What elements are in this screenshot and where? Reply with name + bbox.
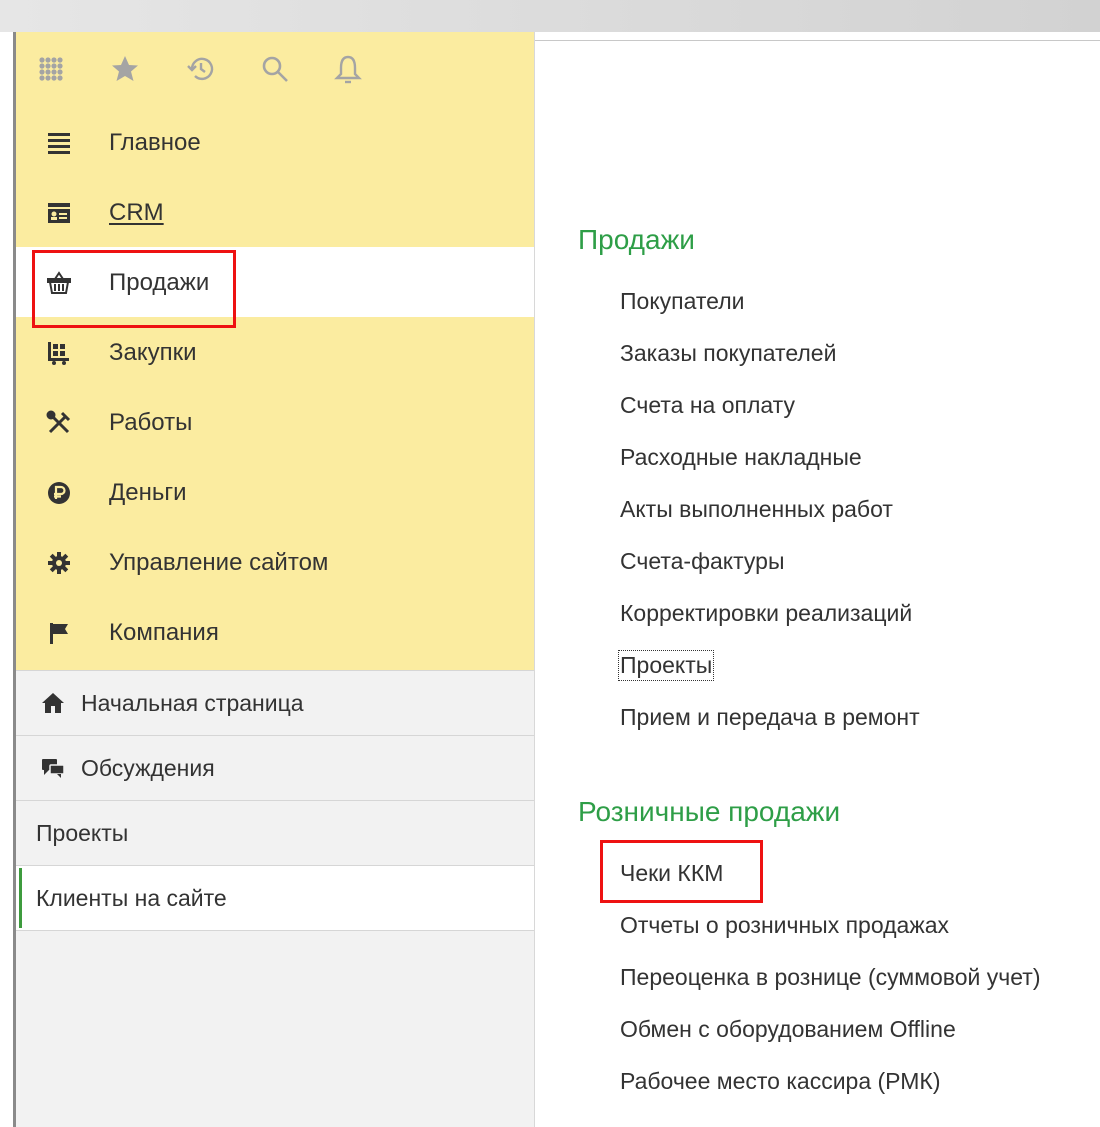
- section-crm[interactable]: CRM: [16, 177, 534, 247]
- section-works[interactable]: Работы: [16, 387, 534, 457]
- link-work-acts[interactable]: Акты выполненных работ: [620, 496, 893, 523]
- gear-icon: [46, 550, 72, 576]
- nav-label: Клиенты на сайте: [36, 885, 227, 911]
- link-retail-sales-reports[interactable]: Отчеты о розничных продажах: [620, 912, 949, 939]
- section-sales[interactable]: Продажи: [16, 247, 534, 317]
- basket-icon: [46, 270, 72, 296]
- section-label: Закупки: [109, 339, 197, 366]
- link-tax-invoices[interactable]: Счета-фактуры: [620, 548, 784, 575]
- section-label: Управление сайтом: [109, 549, 329, 576]
- nav-label: Проекты: [36, 820, 129, 846]
- tools-icon: [46, 410, 72, 436]
- menu-lines-icon: [46, 130, 72, 156]
- search-icon[interactable]: [258, 52, 292, 86]
- link-offline-equipment-exchange[interactable]: Обмен с оборудованием Offline: [620, 1016, 956, 1043]
- link-repair-transfer[interactable]: Прием и передача в ремонт: [620, 704, 920, 731]
- active-indicator: [19, 868, 22, 928]
- section-label: Компания: [109, 619, 219, 646]
- sidebar-toolbar: [16, 32, 534, 107]
- section-company[interactable]: Компания: [16, 597, 534, 667]
- content-top-border: [535, 40, 1100, 41]
- link-sales-adjustments[interactable]: Корректировки реализаций: [620, 600, 912, 627]
- section-panel: Главное CRM Продажи Закупки Работы Деньг…: [16, 107, 534, 670]
- section-purchases[interactable]: Закупки: [16, 317, 534, 387]
- group-title-retail-sales: Розничные продажи: [578, 796, 841, 827]
- home-icon: [40, 691, 66, 715]
- link-invoices[interactable]: Счета на оплату: [620, 392, 795, 419]
- bell-icon[interactable]: [331, 52, 365, 86]
- section-label: Продажи: [109, 269, 210, 296]
- nav-label: Начальная страница: [81, 690, 304, 716]
- section-label: Главное: [109, 129, 201, 156]
- history-icon[interactable]: [184, 52, 218, 86]
- flag-icon: [46, 620, 72, 646]
- sidebar: Главное CRM Продажи Закупки Работы Деньг…: [16, 32, 535, 1127]
- nav-label: Обсуждения: [81, 755, 215, 781]
- apps-grid-icon[interactable]: [34, 52, 68, 86]
- nav-item-home-page[interactable]: Начальная страница: [16, 670, 534, 735]
- link-projects[interactable]: Проекты: [617, 650, 715, 681]
- link-customer-orders[interactable]: Заказы покупателей: [620, 340, 836, 367]
- section-money[interactable]: Деньги: [16, 457, 534, 527]
- star-icon[interactable]: [108, 52, 142, 86]
- section-label: Работы: [109, 409, 193, 436]
- nav-item-discussions[interactable]: Обсуждения: [16, 735, 534, 800]
- nav-item-projects[interactable]: Проекты: [16, 800, 534, 865]
- section-main[interactable]: Главное: [16, 107, 534, 177]
- cart-icon: [46, 340, 72, 366]
- chat-icon: [40, 756, 66, 780]
- link-cashier-workplace[interactable]: Рабочее место кассира (РМК): [620, 1068, 940, 1095]
- section-label: Деньги: [109, 479, 187, 506]
- link-shipping-notes[interactable]: Расходные накладные: [620, 444, 862, 471]
- group-title-sales: Продажи: [578, 224, 695, 255]
- nav-item-site-clients[interactable]: Клиенты на сайте: [16, 865, 534, 931]
- section-site-management[interactable]: Управление сайтом: [16, 527, 534, 597]
- window-title-bar: [0, 0, 1100, 32]
- section-label: CRM: [109, 199, 164, 226]
- ruble-icon: [46, 480, 72, 506]
- link-kkm-receipts[interactable]: Чеки ККМ: [620, 860, 723, 887]
- link-customers[interactable]: Покупатели: [620, 288, 744, 315]
- contact-card-icon: [46, 200, 72, 226]
- link-retail-revaluation[interactable]: Переоценка в рознице (суммовой учет): [620, 964, 1041, 991]
